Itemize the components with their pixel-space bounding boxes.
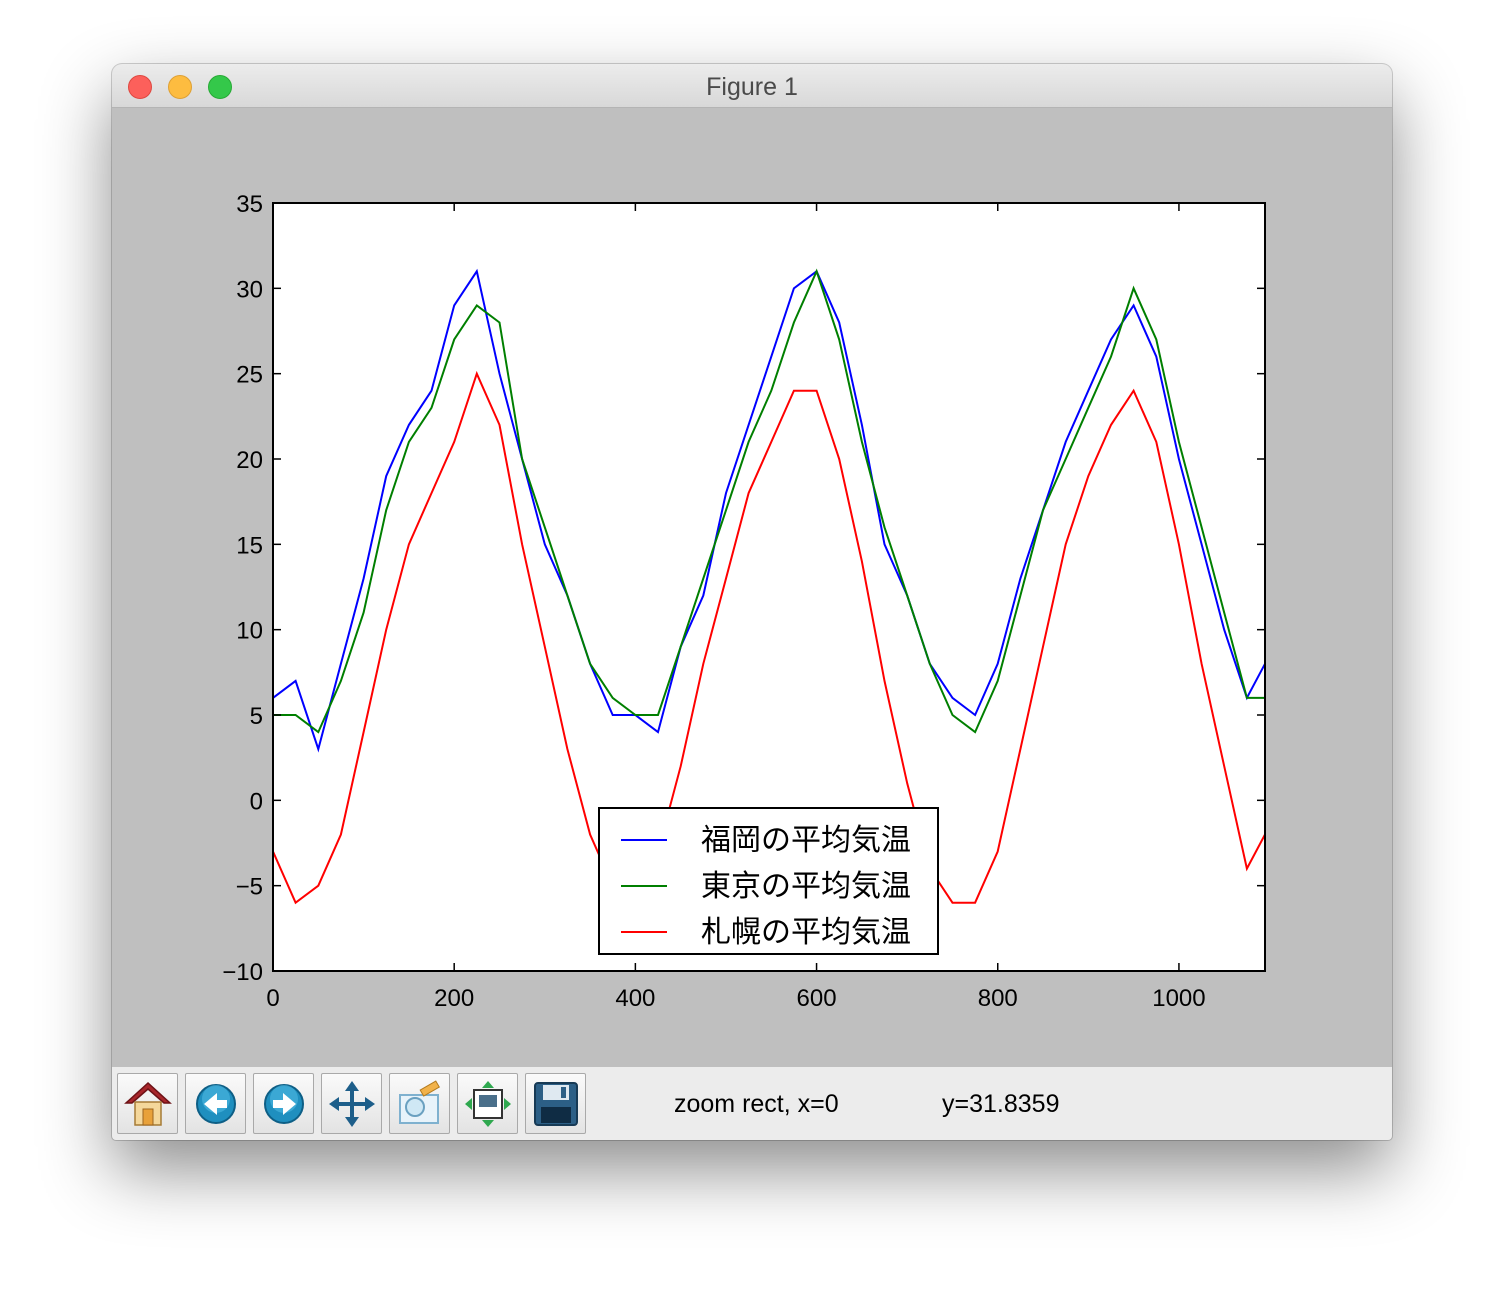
x-tick-label: 600 [797,985,837,1012]
x-tick-label: 800 [978,985,1018,1012]
figure-canvas[interactable]: 0 200 400 600 800 1000 −10 −5 0 5 10 15 20 25 30 35 福岡の平… [112,108,1392,1067]
figure-window: Figure 1 0 200 400 600 800 1000 −10 −5 0 5 10 15 20 2… [112,64,1392,1140]
legend-label-3: 札幌の平均気温 [701,915,911,950]
x-tick-label: 400 [615,985,655,1012]
forward-button[interactable] [253,1073,314,1134]
zoom-button[interactable] [389,1073,450,1134]
navigation-toolbar: zoom rect, x=0 y=31.8359 [112,1067,1392,1140]
pan-button[interactable] [321,1073,382,1134]
status-mode-x: zoom rect, x=0 [674,1090,839,1118]
y-tick-label: 10 [236,618,263,645]
y-tick-label: −5 [236,874,263,901]
y-tick-label: 30 [236,276,263,303]
zoom-rect-icon [398,1079,440,1124]
y-tick-label: 0 [250,788,263,815]
y-tick-label: 15 [236,532,263,559]
back-arrow-icon [195,1083,236,1124]
title-bar[interactable]: Figure 1 [112,64,1392,108]
subplots-config-icon [464,1080,511,1127]
y-tick-label: 20 [236,447,263,474]
legend-label-2: 東京の平均気温 [701,869,911,904]
forward-arrow-icon [263,1083,304,1124]
x-tick-label: 0 [266,985,279,1012]
x-tick-label: 200 [434,985,474,1012]
y-tick-label: 35 [236,191,263,218]
y-tick-label: 5 [250,703,263,730]
home-icon [123,1081,172,1126]
window-title: Figure 1 [706,73,798,101]
line-chart: 0 200 400 600 800 1000 −10 −5 0 5 10 15 20 25 30 35 福岡の平… [222,191,1266,1012]
save-floppy-icon [533,1081,578,1126]
subplots-button[interactable] [457,1073,518,1134]
pan-move-icon [328,1080,375,1127]
status-y: y=31.8359 [942,1090,1060,1118]
home-button[interactable] [117,1073,178,1134]
y-tick-label: −10 [222,959,263,986]
x-tick-label: 1000 [1152,985,1205,1012]
legend-label-1: 福岡の平均気温 [701,823,911,858]
y-tick-label: 25 [236,362,263,389]
save-button[interactable] [525,1073,586,1134]
back-button[interactable] [185,1073,246,1134]
